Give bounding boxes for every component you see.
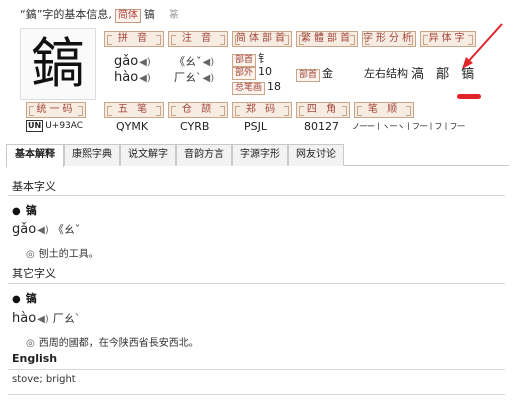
simplified-tag[interactable]: 简体: [114, 9, 141, 23]
cangjie-value: CYRB: [180, 120, 210, 133]
simplified-char: 镐: [143, 8, 155, 21]
other-definition: ◎ 西周的國都，在今陕西省長安西北。: [26, 334, 199, 349]
speaker-icon[interactable]: ◀): [203, 57, 215, 68]
unicode-value: U+93AC: [45, 121, 84, 131]
zhuyin-hao: 厂ㄠˋ: [174, 71, 202, 84]
trad-radical-value: 金: [322, 67, 334, 80]
bullet-icon: ●: [12, 294, 21, 305]
zhuyin-reading-2: 厂ㄠˋ◀): [174, 70, 214, 87]
simple-radical-header: 简体部首: [232, 31, 292, 47]
divider: [8, 195, 505, 196]
definition-marker-icon: ◎: [26, 249, 35, 260]
other-pinyin: hào: [12, 311, 37, 326]
basic-pinyin: gǎo: [12, 222, 37, 237]
radical-value: 钅: [258, 52, 270, 65]
outer-strokes-row: 部外 10: [232, 65, 272, 80]
basic-char: 镐: [25, 204, 37, 217]
basic-zhuyin: 《ㄠˇ: [52, 223, 81, 236]
other-definition-text: 西周的國都，在今陕西省長安西北。: [38, 338, 199, 349]
bullet-icon: ●: [12, 206, 21, 217]
zhuyin-reading-1: 《ㄠˇ◀): [174, 54, 214, 71]
other-meaning-title: 其它字义: [12, 267, 56, 280]
other-entry-char: ● 镐: [12, 290, 37, 306]
basic-reading: gǎo◀) 《ㄠˇ: [12, 221, 80, 237]
wubi-header: 五 笔: [104, 102, 164, 118]
speaker-icon[interactable]: ◀): [37, 314, 49, 325]
zhuyin-header: 注 音: [168, 31, 228, 47]
speaker-icon[interactable]: ◀): [37, 225, 49, 236]
outer-strokes-value: 10: [258, 65, 273, 78]
trad-radical-label: 部首: [296, 69, 321, 82]
outer-strokes-label: 部外: [232, 67, 257, 80]
zhengma-header: 郑 码: [232, 102, 292, 118]
unicode-header: 统一码: [26, 102, 86, 118]
red-underline-annotation: [457, 94, 481, 99]
speaker-icon[interactable]: ◀): [139, 57, 151, 68]
cangjie-header: 仓 颉: [168, 102, 228, 118]
divider: [8, 394, 505, 395]
speaker-icon[interactable]: ◀): [139, 73, 151, 84]
pinyin-header: 拼 音: [104, 31, 164, 47]
info-title: “鎬”字的基本信息, 简体镐 篆: [20, 6, 179, 23]
tab-discussion[interactable]: 网友讨论: [288, 144, 344, 166]
tab-dialect[interactable]: 音韵方言: [176, 144, 232, 166]
other-reading: hào◀) 厂ㄠˋ: [12, 310, 80, 326]
pinyin-gao: gǎo: [114, 54, 139, 69]
tab-shuowen[interactable]: 说文解字: [120, 144, 176, 166]
big-character: 鎬: [20, 28, 96, 100]
basic-definition-text: 刨土的工具。: [38, 249, 99, 260]
divider: [8, 369, 505, 370]
zhuyin-gao: 《ㄠˇ: [174, 55, 202, 68]
basic-meaning-title: 基本字义: [12, 180, 56, 193]
other-zhuyin: 厂ㄠˋ: [52, 312, 81, 325]
basic-entry-char: ● 镐: [12, 202, 37, 218]
unicode-badge-icon: UN: [26, 120, 44, 132]
trad-radical-header: 繁體部首: [296, 31, 358, 47]
tab-kangxi[interactable]: 康熙字典: [64, 144, 120, 166]
trad-radical-row: 部首金: [296, 65, 333, 82]
pinyin-reading-1: gǎo◀): [114, 54, 151, 70]
tab-basic[interactable]: 基本解释: [6, 144, 64, 167]
seal-script-icon[interactable]: 篆: [169, 6, 179, 21]
dictionary-tabs: 基本解释 康熙字典 说文解字 音韵方言 字源字形 网友讨论: [6, 144, 509, 167]
stroke-order-value: ノ一ー丨ヽ一ヽ丨フ一丨フ丨フ一: [352, 122, 465, 131]
stroke-order-header: 笔 顺: [354, 102, 414, 118]
structure-header: 字形分析: [362, 31, 416, 47]
other-char: 镐: [25, 292, 37, 305]
pinyin-hao: hào: [114, 70, 139, 85]
info-title-text: “鎬”字的基本信息,: [20, 8, 112, 21]
english-text: stove; bright: [12, 374, 76, 385]
sijiao-header: 四 角: [296, 102, 350, 118]
pinyin-reading-2: hào◀): [114, 70, 151, 86]
basic-definition: ◎ 刨土的工具。: [26, 245, 99, 260]
structure-value: 左右结构: [364, 67, 408, 80]
definition-marker-icon: ◎: [26, 338, 35, 349]
english-title: English: [12, 352, 58, 365]
unicode-value-row: UN U+93AC: [26, 120, 83, 132]
total-strokes-label: 总笔画: [232, 82, 266, 95]
total-strokes-row: 总笔画 18: [232, 80, 281, 95]
tab-etymology[interactable]: 字源字形: [232, 144, 288, 166]
zhengma-value: PSJL: [244, 120, 267, 133]
sijiao-value: 80127: [304, 120, 339, 133]
red-arrow-annotation: [462, 23, 503, 69]
divider: [8, 283, 505, 284]
wubi-value: QYMK: [116, 120, 149, 133]
speaker-icon[interactable]: ◀): [203, 73, 215, 84]
character-info-panel: “鎬”字的基本信息, 简体镐篆 鎬 拼 音 注 音 简体部首 繁體部首 字形分析 …: [6, 4, 509, 139]
dictionary-page: “鎬”字的基本信息, 简体镐篆 鎬 拼 音 注 音 简体部首 繁體部首 字形分析 …: [0, 0, 513, 400]
total-strokes-value: 18: [267, 80, 282, 93]
